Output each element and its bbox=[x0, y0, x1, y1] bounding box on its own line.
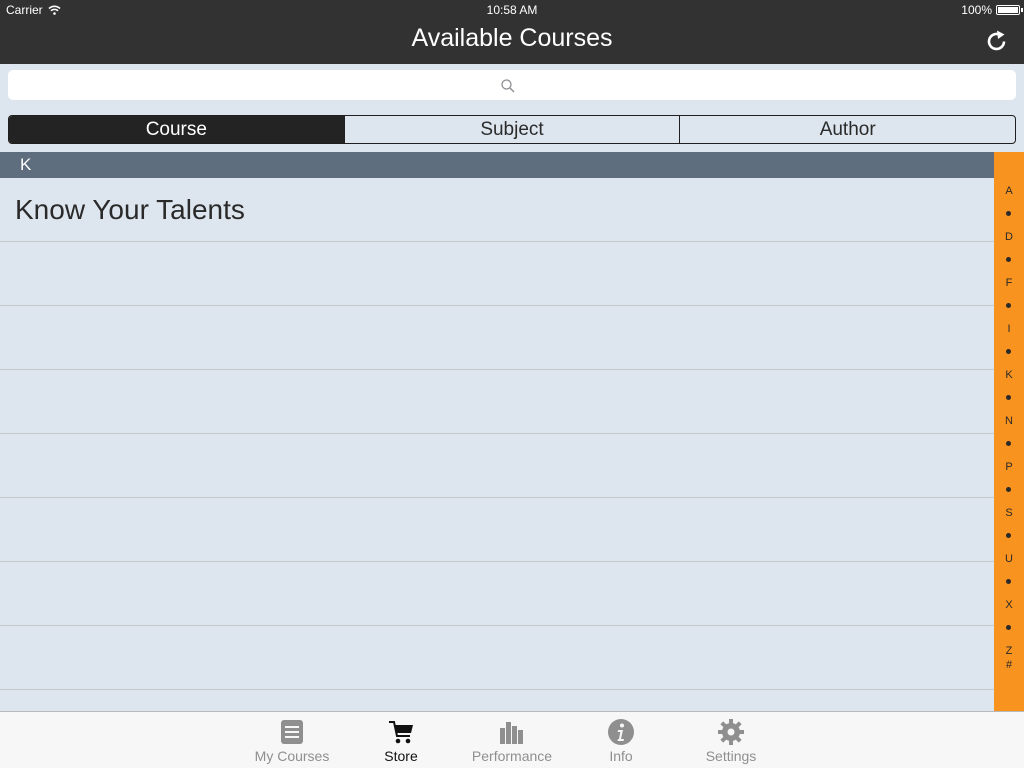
tab-label: Store bbox=[384, 748, 418, 764]
index-letter[interactable]: Z bbox=[994, 644, 1024, 658]
index-dot[interactable] bbox=[1006, 533, 1011, 538]
index-letter[interactable]: # bbox=[994, 658, 1024, 672]
index-letter[interactable]: I bbox=[994, 322, 1024, 336]
navigation-bar: Available Courses bbox=[0, 20, 1024, 64]
battery-percent: 100% bbox=[961, 3, 992, 17]
index-letter[interactable]: P bbox=[994, 460, 1024, 474]
index-dot[interactable] bbox=[1006, 349, 1011, 354]
segment-subject[interactable]: Subject bbox=[343, 116, 680, 143]
index-dot[interactable] bbox=[1006, 257, 1011, 262]
list-item-empty bbox=[0, 690, 994, 711]
segment-author[interactable]: Author bbox=[679, 116, 1015, 143]
tab-settings[interactable]: Settings bbox=[681, 712, 781, 768]
status-bar: Carrier 10:58 AM 100% bbox=[0, 0, 1024, 20]
tab-label: Info bbox=[609, 748, 633, 764]
book-icon bbox=[281, 720, 303, 744]
index-letter[interactable]: U bbox=[994, 552, 1024, 566]
index-letter[interactable]: X bbox=[994, 598, 1024, 612]
refresh-icon[interactable] bbox=[984, 29, 1010, 55]
list-item[interactable]: Know Your Talents bbox=[0, 178, 994, 242]
course-title: Know Your Talents bbox=[15, 194, 245, 225]
tab-label: My Courses bbox=[254, 748, 330, 764]
index-dot[interactable] bbox=[1006, 625, 1011, 630]
list-item-empty bbox=[0, 498, 994, 562]
index-dot[interactable] bbox=[1006, 303, 1011, 308]
index-dot[interactable] bbox=[1006, 395, 1011, 400]
status-time: 10:58 AM bbox=[486, 3, 538, 17]
list-item-empty bbox=[0, 434, 994, 498]
list-item-empty bbox=[0, 306, 994, 370]
list-item-empty bbox=[0, 626, 994, 690]
index-letter[interactable]: S bbox=[994, 506, 1024, 520]
index-letter[interactable]: F bbox=[994, 276, 1024, 290]
tab-info[interactable]: Info bbox=[571, 712, 671, 768]
list-item-empty bbox=[0, 242, 994, 306]
list-item-empty bbox=[0, 562, 994, 626]
course-list: K Know Your Talents bbox=[0, 152, 994, 711]
search-icon bbox=[501, 79, 515, 93]
status-right: 100% bbox=[961, 3, 1023, 17]
tab-my-courses[interactable]: My Courses bbox=[242, 712, 342, 768]
tab-performance[interactable]: Performance bbox=[462, 712, 562, 768]
index-letter[interactable]: K bbox=[994, 368, 1024, 382]
list-item-empty bbox=[0, 370, 994, 434]
tab-label: Performance bbox=[471, 748, 553, 764]
index-dot[interactable] bbox=[1006, 579, 1011, 584]
bar-chart-icon bbox=[500, 722, 523, 744]
battery-icon bbox=[996, 5, 1023, 15]
index-dot[interactable] bbox=[1006, 211, 1011, 216]
tab-label: Settings bbox=[705, 748, 757, 764]
info-icon bbox=[608, 719, 634, 745]
tab-store[interactable]: Store bbox=[351, 712, 451, 768]
section-index-bar[interactable]: A D F I K N P S U X Z # bbox=[994, 152, 1024, 711]
gear-icon bbox=[718, 719, 744, 745]
sort-segmented-control: Course Subject Author bbox=[8, 115, 1016, 144]
section-header: K bbox=[0, 152, 994, 178]
index-dot[interactable] bbox=[1006, 487, 1011, 492]
index-letter[interactable]: D bbox=[994, 230, 1024, 244]
index-letter[interactable]: A bbox=[994, 184, 1024, 198]
cart-icon bbox=[389, 721, 413, 744]
tab-bar: My Courses Store Performance Info Settin… bbox=[0, 711, 1024, 768]
index-letter[interactable]: N bbox=[994, 414, 1024, 428]
search-area bbox=[0, 64, 1024, 108]
index-dot[interactable] bbox=[1006, 441, 1011, 446]
segment-course[interactable]: Course bbox=[9, 116, 344, 143]
page-title: Available Courses bbox=[411, 24, 613, 52]
